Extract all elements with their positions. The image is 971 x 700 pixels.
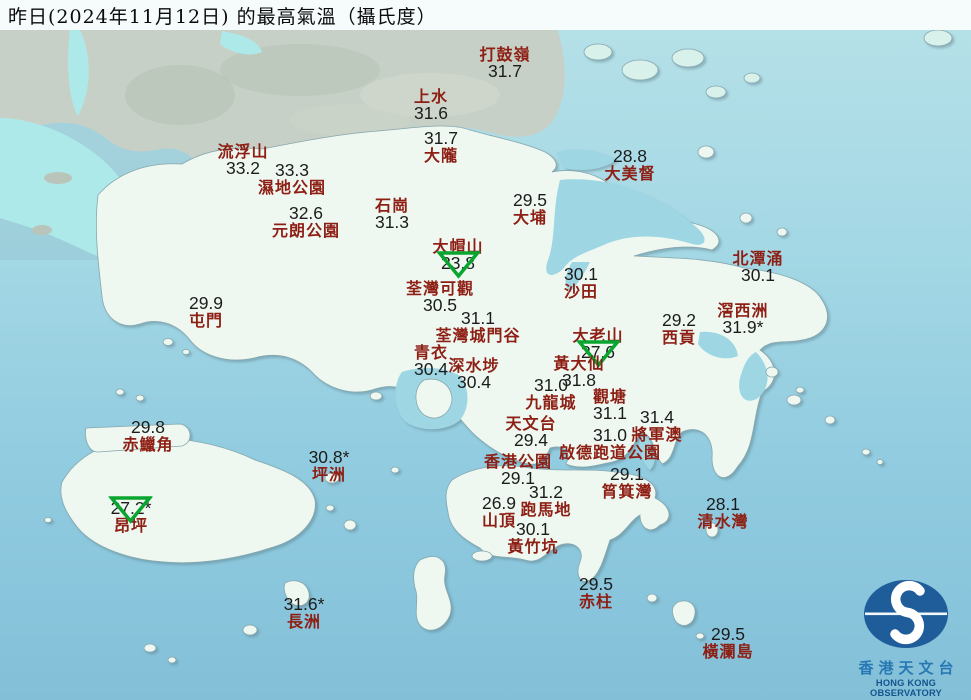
station-label: 29.5 赤柱 [578,574,614,611]
station-label: 30.1 黃竹坑 [507,519,559,556]
station-name: 屯門 [188,311,223,330]
station-max-temp: 31.0 [592,425,628,445]
station-label: 33.3 濕地公園 [257,160,327,197]
station-name: 元朗公園 [271,221,341,240]
station-max-temp: 32.6 [288,203,324,223]
station-label: 29.2 西貢 [661,310,697,347]
hko-name-en: HONG KONG OBSERVATORY [870,678,942,698]
station-max-temp: 29.5 [578,574,614,594]
station-max-temp: 30.4 [456,372,492,392]
station-max-temp: 31.4 [639,407,675,427]
station-max-temp: 29.8 [130,417,166,437]
station-name: 濕地公園 [257,178,327,197]
station-name: 赤鱲角 [122,435,174,454]
station-name: 筲箕灣 [601,482,653,501]
station-max-temp: 30.8* [308,447,350,467]
station-max-temp: 30.1 [515,519,551,539]
station-max-temp: 31.6 [413,103,449,123]
station-max-temp: 31.2 [528,482,564,502]
hko-name-zh: 香港天文台 [858,659,959,677]
hko-logo: 香港天文台 HONG KONG OBSERVATORY [845,576,967,698]
map-title-bar: 昨日(2024年11月12日) 的最高氣溫（攝氏度） [0,0,971,30]
station-label: 石崗 31.3 [375,197,409,231]
station-label: 30.1 沙田 [563,264,599,301]
station-label: 28.1 清水灣 [697,494,749,531]
station-max-temp: 33.3 [274,160,310,180]
station-max-temp: 31.3 [374,212,410,232]
station-label: 29.5 橫瀾島 [702,624,754,661]
station-max-temp: 31.9* [722,317,764,337]
station-label: 青衣 30.4 [414,344,448,378]
station-label: 打鼓嶺 31.7 [479,46,530,80]
station-max-temp: 29.1 [609,464,645,484]
station-max-temp: 31.1 [592,403,628,423]
station-max-temp: 28.8 [612,146,648,166]
station-label: 31.2 跑馬地 [520,482,572,519]
station-label: 32.6 元朗公園 [271,203,341,240]
station-label: 29.5 大埔 [512,190,548,227]
station-label: 28.8 大美督 [604,146,656,183]
station-name: 跑馬地 [520,500,572,519]
station-label: 30.8* 坪洲 [308,447,350,484]
station-label: 29.1 筲箕灣 [601,464,653,501]
hko-emblem-icon [864,580,948,648]
station-name: 荃灣城門谷 [435,326,521,345]
station-name: 黃竹坑 [507,537,559,556]
station-label: 31.6* 長洲 [283,594,325,631]
station-name: 昂坪 [113,516,148,535]
station-name: 西貢 [661,328,696,347]
station-max-temp: 31.7 [423,128,459,148]
station-max-temp: 23.8 [440,253,476,273]
station-label: 31.0 啟德跑道公園 [558,425,662,462]
hko-max-temp-map: 昨日(2024年11月12日) 的最高氣溫（攝氏度） 打鼓嶺 31.7 上水 3… [0,0,971,700]
station-max-temp: 31.6* [283,594,325,614]
station-name: 沙田 [563,282,598,301]
station-max-temp: 31.1 [460,308,496,328]
station-label: 29.9 屯門 [188,293,224,330]
station-label: 31.0 九龍城 [525,375,577,412]
station-label: 29.8 赤鱲角 [122,417,174,454]
station-name: 大埔 [512,208,547,227]
station-max-temp: 29.2 [661,310,697,330]
station-label: 深水埗 30.4 [448,357,499,391]
station-label: 27.2* 昂坪 [109,496,153,535]
station-max-temp: 29.5 [710,624,746,644]
station-label: 觀塘 31.1 [593,388,627,422]
station-label: 北潭涌 30.1 [732,250,783,284]
station-name: 坪洲 [311,465,346,484]
station-name: 清水灣 [697,512,749,531]
station-max-temp: 28.1 [705,494,741,514]
station-label: 大帽山 23.8 [432,238,483,279]
station-max-temp: 30.1 [563,264,599,284]
station-max-temp: 27.2* [110,498,152,518]
page-title: 昨日(2024年11月12日) 的最高氣溫（攝氏度） [8,5,437,28]
station-max-temp: 29.5 [512,190,548,210]
station-max-temp: 31.0 [533,375,569,395]
station-name: 橫瀾島 [702,642,754,661]
station-max-temp: 29.4 [513,430,549,450]
station-max-temp: 29.9 [188,293,224,313]
station-name: 啟德跑道公園 [558,443,662,462]
station-label: 天文台 29.4 [505,415,556,449]
station-label: 上水 31.6 [414,88,448,122]
lamma-island [413,556,452,631]
station-name: 大隴 [423,146,458,165]
station-max-temp: 30.4 [413,359,449,379]
station-label: 滘西洲 31.9* [717,302,768,336]
station-name: 赤柱 [578,592,613,611]
station-max-temp: 31.7 [487,61,523,81]
station-name: 大美督 [604,164,656,183]
station-label: 31.1 荃灣城門谷 [435,308,521,345]
station-name: 長洲 [286,612,321,631]
station-name: 九龍城 [525,393,577,412]
hong-kong-map [0,0,971,700]
station-max-temp: 26.9 [481,493,517,513]
station-max-temp: 30.1 [740,265,776,285]
station-label: 31.7 大隴 [423,128,459,165]
